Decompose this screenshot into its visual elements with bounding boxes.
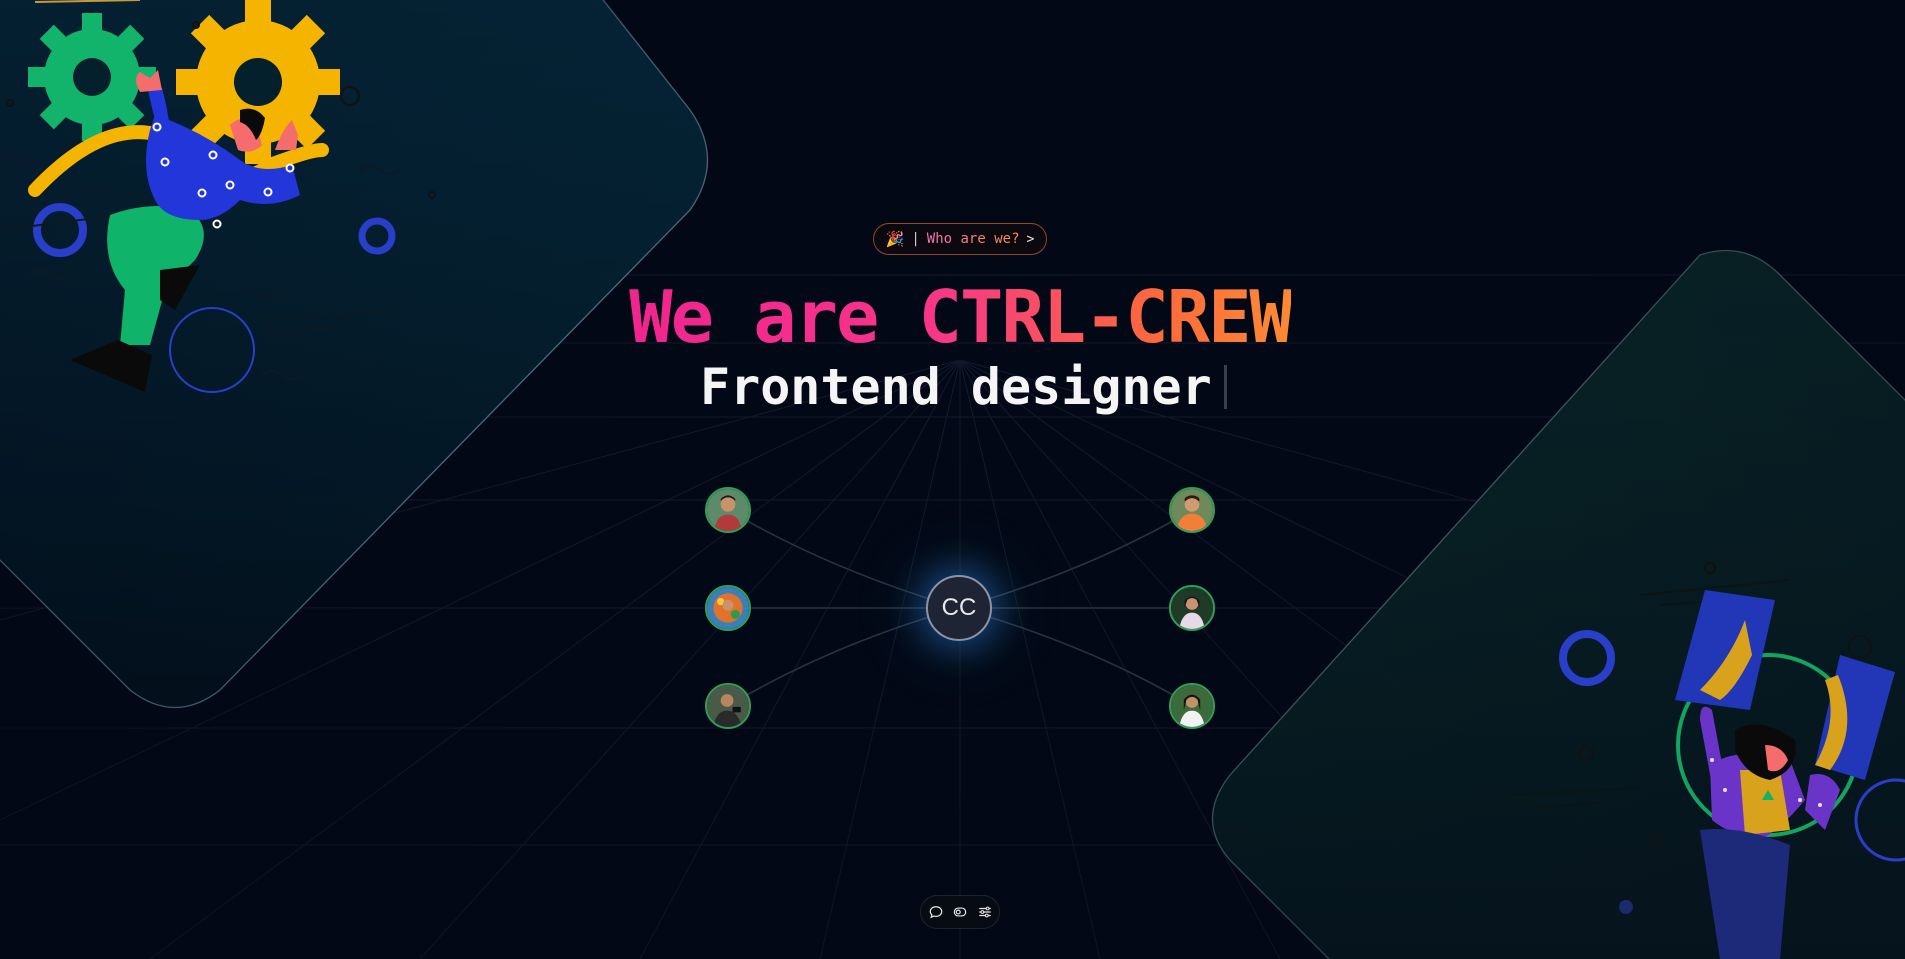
hero-title-text: We are CTRL-CREW: [629, 275, 1293, 359]
team-member-avatar-6[interactable]: [1169, 683, 1215, 729]
background-art: [0, 0, 1905, 959]
typing-cursor: [1223, 365, 1227, 409]
typed-role-text: Frontend designer: [700, 358, 1212, 416]
team-member-avatar-2[interactable]: [705, 585, 751, 631]
who-are-we-badge[interactable]: 🎉 | Who are we? >: [873, 223, 1047, 255]
typed-role: Frontend designer: [700, 352, 1227, 422]
hero-title: We are CTRL-CREW: [0, 272, 1905, 362]
bottom-dock: [920, 895, 1000, 929]
badge-divider: |: [911, 231, 920, 247]
eye-icon: [953, 907, 967, 917]
chat-button[interactable]: [926, 902, 946, 922]
sliders-icon: [978, 906, 991, 918]
team-member-avatar-5[interactable]: [1169, 585, 1215, 631]
party-popper-icon: 🎉: [885, 230, 905, 248]
chevron-right-icon: >: [1026, 231, 1035, 247]
team-member-avatar-1[interactable]: [705, 487, 751, 533]
settings-button[interactable]: [975, 902, 995, 922]
chat-icon: [929, 906, 942, 919]
team-hub-label: CC: [941, 594, 977, 621]
team-member-avatar-3[interactable]: [705, 683, 751, 729]
team-hub-node[interactable]: CC: [926, 575, 992, 641]
badge-label: Who are we?: [926, 231, 1020, 247]
view-toggle-button[interactable]: [950, 902, 970, 922]
team-member-avatar-4[interactable]: [1169, 487, 1215, 533]
